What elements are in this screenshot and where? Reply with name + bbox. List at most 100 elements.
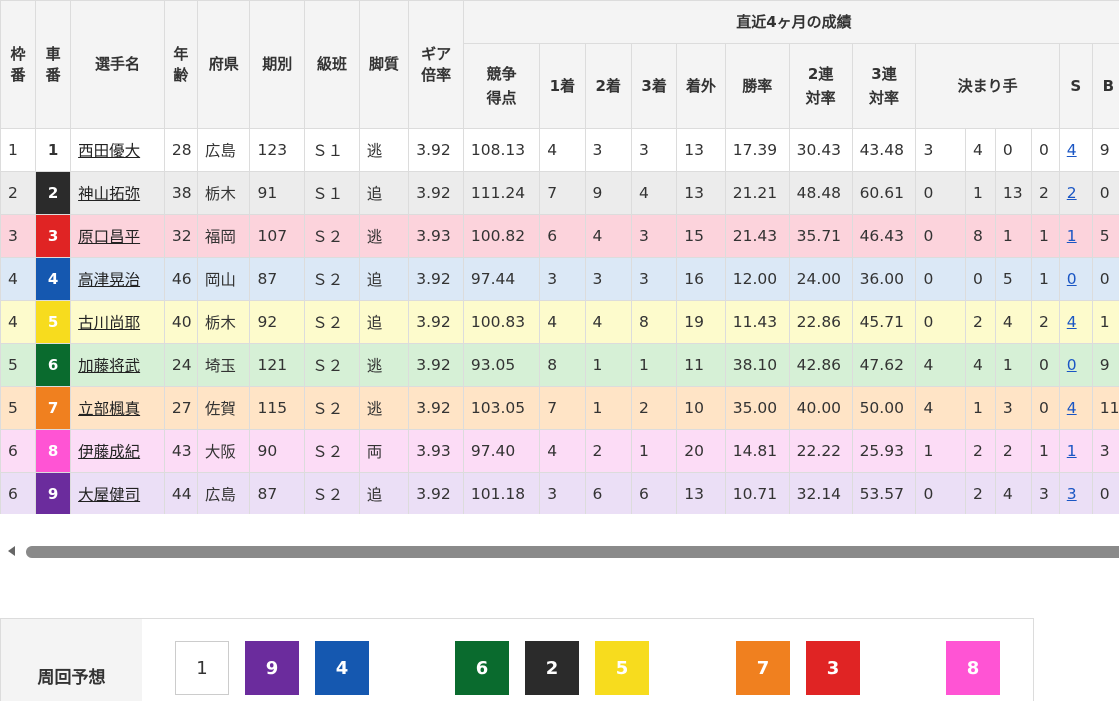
cell-top2-rate: 35.71 [788, 214, 853, 258]
s-count-link[interactable]: 1 [1067, 442, 1077, 460]
prediction-car-5: 5 [595, 641, 649, 695]
s-count-link[interactable]: 1 [1067, 227, 1077, 245]
cell-class: Ｓ２ [304, 257, 360, 301]
cell-top3-rate: 53.57 [851, 472, 917, 514]
cell-age: 38 [163, 171, 198, 215]
cell-second: 3 [584, 257, 632, 301]
s-count-link[interactable]: 0 [1067, 270, 1077, 288]
cell-pref: 栃木 [196, 300, 251, 344]
cell-s: 1 [1058, 214, 1093, 258]
cell-first: 7 [539, 386, 586, 430]
cell-makuri: 4 [964, 343, 996, 387]
s-count-link[interactable]: 4 [1067, 313, 1077, 331]
cell-outside: 13 [676, 171, 726, 215]
cell-win-rate: 12.00 [724, 257, 790, 301]
rider-name-link[interactable]: 高津晃治 [78, 271, 140, 289]
header-race-score: 競争得点 [462, 43, 541, 129]
cell-mark: 1 [1030, 429, 1060, 473]
cell-third: 1 [630, 429, 678, 473]
cell-frame: 2 [0, 171, 37, 215]
cell-sashi: 2 [994, 429, 1032, 473]
s-count-link[interactable]: 4 [1067, 399, 1077, 417]
rider-name-link[interactable]: 原口昌平 [78, 228, 140, 246]
lap-prediction-panel: 周回予想 194 625 73 8 [0, 618, 1034, 701]
header-s: S [1058, 43, 1093, 129]
cell-sashi: 4 [994, 300, 1032, 344]
cell-age: 28 [163, 128, 198, 172]
cell-pref: 福岡 [196, 214, 251, 258]
cell-top3-rate: 25.93 [851, 429, 917, 473]
s-count-link[interactable]: 4 [1067, 141, 1077, 159]
cell-b: 0 [1091, 171, 1119, 215]
cell-class: Ｓ１ [304, 128, 360, 172]
cell-win-rate: 21.43 [724, 214, 790, 258]
cell-style: 逃 [358, 128, 410, 172]
cell-nige: 0 [915, 472, 966, 514]
table-row: 6 8 伊藤成紀 43 大阪 90 Ｓ２ 両 3.93 97.40 4 2 1 20 14.81 22.22 2… [0, 429, 1119, 473]
car-number-badge: 5 [36, 301, 70, 343]
cell-mark: 3 [1030, 472, 1060, 514]
cell-style: 両 [358, 429, 410, 473]
cell-second: 1 [584, 343, 632, 387]
cell-nige: 0 [915, 257, 966, 301]
cell-term: 90 [249, 429, 306, 473]
cell-win-rate: 10.71 [724, 472, 790, 514]
cell-name: 加藤将武 [70, 343, 165, 387]
rider-name-link[interactable]: 古川尚耶 [78, 314, 140, 332]
cell-class: Ｓ２ [304, 386, 360, 430]
cell-sashi: 3 [994, 386, 1032, 430]
cell-age: 43 [163, 429, 198, 473]
cell-top2-rate: 24.00 [788, 257, 853, 301]
rider-name-link[interactable]: 神山拓弥 [78, 185, 140, 203]
cell-top3-rate: 60.61 [851, 171, 917, 215]
cell-third: 3 [630, 214, 678, 258]
cell-s: 4 [1058, 386, 1093, 430]
cell-score: 100.83 [462, 300, 541, 344]
cell-age: 44 [163, 472, 198, 514]
cell-b: 0 [1091, 257, 1119, 301]
prediction-car-7: 7 [736, 641, 790, 695]
cell-name: 古川尚耶 [70, 300, 165, 344]
cell-s: 4 [1058, 300, 1093, 344]
table-row: 3 3 原口昌平 32 福岡 107 Ｓ２ 逃 3.93 100.82 6 4 3 15 21.43 35.7… [0, 214, 1119, 258]
cell-top2-rate: 42.86 [788, 343, 853, 387]
cell-s: 0 [1058, 343, 1093, 387]
table-row: 2 2 神山拓弥 38 栃木 91 Ｓ１ 追 3.92 111.24 7 9 4 13 21.21 48.48… [0, 171, 1119, 215]
rider-name-link[interactable]: 西田優大 [78, 142, 140, 160]
s-count-link[interactable]: 0 [1067, 356, 1077, 374]
cell-mark: 0 [1030, 343, 1060, 387]
table-row: 5 6 加藤将武 24 埼玉 121 Ｓ２ 逃 3.92 93.05 8 1 1 11 38.10 42.86… [0, 343, 1119, 387]
cell-name: 神山拓弥 [70, 171, 165, 215]
cell-s: 3 [1058, 472, 1093, 514]
s-count-link[interactable]: 3 [1067, 485, 1077, 503]
cell-nige: 0 [915, 300, 966, 344]
cell-score: 97.44 [462, 257, 541, 301]
cell-second: 9 [584, 171, 632, 215]
scrollbar-thumb[interactable] [26, 546, 1119, 558]
cell-style: 追 [358, 300, 410, 344]
cell-first: 7 [539, 171, 586, 215]
cell-sashi: 13 [994, 171, 1032, 215]
s-count-link[interactable]: 2 [1067, 184, 1077, 202]
cell-name: 高津晃治 [70, 257, 165, 301]
rider-name-link[interactable]: 加藤将武 [78, 357, 140, 375]
rider-name-link[interactable]: 大屋健司 [78, 486, 140, 504]
cell-top3-rate: 43.48 [851, 128, 917, 172]
cell-third: 8 [630, 300, 678, 344]
cell-b: 9 [1091, 128, 1119, 172]
cell-second: 6 [584, 472, 632, 514]
rider-name-link[interactable]: 立部楓真 [78, 400, 140, 418]
horizontal-scrollbar[interactable] [0, 540, 1119, 564]
cell-style: 逃 [358, 214, 410, 258]
header-gear-ratio: ギア倍率 [408, 0, 464, 129]
triangle-left-icon[interactable] [8, 546, 15, 556]
header-class: 級班 [304, 0, 360, 129]
cell-outside: 20 [676, 429, 726, 473]
cell-car: 8 [35, 429, 72, 473]
cell-term: 107 [249, 214, 306, 258]
cell-term: 123 [249, 128, 306, 172]
rider-name-link[interactable]: 伊藤成紀 [78, 443, 140, 461]
cell-sashi: 0 [994, 128, 1032, 172]
cell-style: 逃 [358, 343, 410, 387]
cell-score: 108.13 [462, 128, 541, 172]
